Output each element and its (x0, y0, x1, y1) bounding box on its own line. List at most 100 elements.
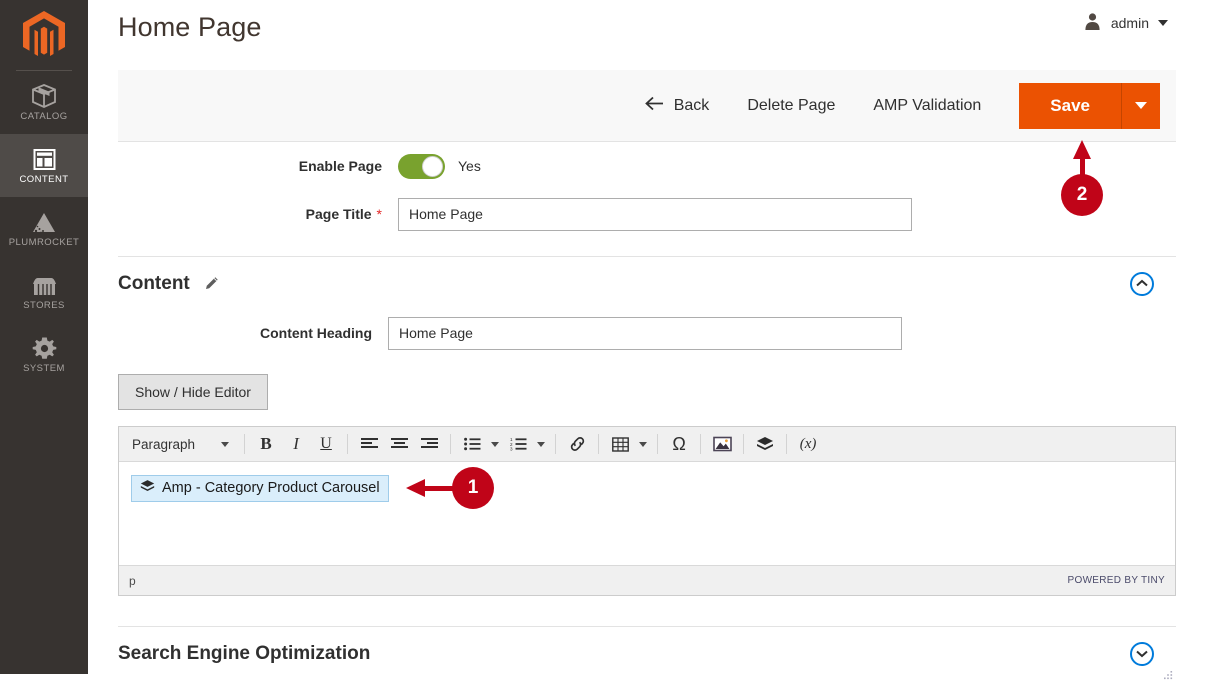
chevron-down-icon (221, 441, 230, 447)
annotation-number: 2 (1076, 184, 1088, 205)
sidebar-item-system[interactable]: SYSTEM (0, 323, 88, 386)
insert-widget-icon[interactable] (750, 430, 780, 458)
annotation-number: 1 (467, 477, 479, 498)
editor-toolbar: Paragraph B I U 123 Ω (x) (119, 427, 1175, 462)
bullet-list-icon[interactable] (457, 430, 487, 458)
toolbar-divider (598, 434, 600, 454)
gear-icon (32, 335, 57, 361)
italic-icon[interactable]: I (281, 430, 311, 458)
insert-variable-icon[interactable]: (x) (793, 430, 823, 458)
show-hide-editor-button[interactable]: Show / Hide Editor (118, 374, 268, 410)
page-title-input[interactable] (398, 197, 912, 231)
annotation-2-arrowhead (1073, 140, 1091, 159)
align-left-icon[interactable] (354, 430, 384, 458)
format-select-value: Paragraph (132, 436, 196, 452)
store-icon (31, 272, 58, 298)
toolbar-divider (244, 434, 246, 454)
toggle-knob-icon (422, 155, 443, 177)
chevron-down-icon (1158, 20, 1168, 26)
page-title-label: Page Title * (305, 206, 382, 222)
enable-page-value: Yes (458, 158, 481, 174)
save-button-group: Save (1019, 82, 1160, 129)
sidebar-item-plumrocket[interactable]: PLUMROCKET (0, 197, 88, 260)
delete-page-button[interactable]: Delete Page (747, 97, 835, 115)
seo-section-title: Search Engine Optimization (118, 642, 371, 664)
back-button[interactable]: Back (644, 96, 710, 116)
sidebar-item-label: CATALOG (20, 111, 68, 123)
toolbar-divider (700, 434, 702, 454)
numbered-list-options-button[interactable] (533, 441, 549, 447)
content-heading-row: Content Heading (118, 310, 1176, 356)
enable-page-row: Enable Page Yes (118, 142, 1176, 190)
sidebar-item-stores[interactable]: STORES (0, 260, 88, 323)
chevron-down-circle-icon[interactable] (1130, 641, 1154, 666)
page-header: Home Page admin (88, 0, 1206, 70)
content-section-title: Content (118, 272, 190, 294)
admin-menu[interactable]: admin (1083, 12, 1168, 34)
enable-page-toggle[interactable] (398, 153, 445, 179)
save-button[interactable]: Save (1019, 82, 1122, 129)
chevron-down-icon (537, 441, 546, 447)
format-select[interactable]: Paragraph (123, 430, 238, 458)
sidebar-item-label: STORES (23, 300, 65, 312)
content-section-header[interactable]: Content (118, 256, 1176, 310)
element-path: p (129, 573, 136, 588)
annotation-1-arrowhead (406, 479, 425, 497)
chevron-up-circle-icon[interactable] (1130, 271, 1154, 296)
align-center-icon[interactable] (384, 430, 414, 458)
sidebar-item-catalog[interactable]: CATALOG (0, 71, 88, 134)
editor-status-bar: p POWERED BY TINY (119, 565, 1175, 680)
sidebar-item-content[interactable]: CONTENT (0, 134, 88, 197)
box-icon (31, 83, 57, 109)
toolbar-divider (786, 434, 788, 454)
annotation-badge-1: 1 (452, 467, 494, 509)
chevron-down-icon (491, 441, 500, 447)
table-icon[interactable] (605, 430, 635, 458)
save-options-button[interactable] (1122, 82, 1160, 129)
sidebar-item-label: CONTENT (19, 174, 69, 186)
seo-section-header[interactable]: Search Engine Optimization (118, 626, 1176, 680)
toolbar-divider (555, 434, 557, 454)
svg-text:3: 3 (510, 447, 513, 451)
widget-chip-label: Amp - Category Product Carousel (162, 480, 380, 496)
magento-logo-icon (23, 11, 65, 56)
toolbar-divider (347, 434, 349, 454)
underline-icon[interactable]: U (311, 430, 341, 458)
page-form: Enable Page Yes Page Title* Content (118, 142, 1176, 680)
content-heading-input[interactable] (388, 316, 902, 350)
page-actions-toolbar: Back Delete Page AMP Validation Save (118, 70, 1176, 142)
pencil-icon[interactable] (204, 276, 219, 291)
page-title-row: Page Title * (118, 190, 1176, 238)
arrow-left-icon (644, 96, 664, 116)
special-char-icon[interactable]: Ω (664, 430, 694, 458)
amp-validation-button[interactable]: AMP Validation (873, 97, 981, 115)
bold-icon[interactable]: B (251, 430, 281, 458)
table-options-button[interactable] (635, 441, 651, 447)
editor-content-area[interactable]: Amp - Category Product Carousel (119, 462, 1175, 565)
admin-username: admin (1110, 15, 1149, 31)
sidebar-item-label: PLUMROCKET (8, 237, 80, 249)
required-marker: * (376, 206, 382, 222)
wysiwyg-editor: Paragraph B I U 123 Ω (x) Amp - Category… (118, 426, 1176, 680)
toolbar-divider (450, 434, 452, 454)
toolbar-divider (657, 434, 659, 454)
pyramid-icon (30, 209, 58, 235)
insert-image-icon[interactable] (707, 430, 737, 458)
chevron-down-icon (1135, 102, 1147, 109)
numbered-list-icon[interactable]: 123 (503, 430, 533, 458)
tiny-branding: POWERED BY TINY (1067, 575, 1165, 586)
sidebar: CATALOG CONTENT PLUMROCKET STORES SYSTEM (0, 0, 88, 674)
sidebar-item-label: SYSTEM (23, 363, 65, 375)
widget-chip[interactable]: Amp - Category Product Carousel (131, 475, 389, 502)
back-label: Back (673, 96, 710, 114)
bullet-list-options-button[interactable] (487, 441, 503, 447)
user-icon (1083, 12, 1102, 34)
enable-page-label: Enable Page (298, 158, 382, 174)
toolbar-divider (743, 434, 745, 454)
align-right-icon[interactable] (414, 430, 444, 458)
content-heading-label: Content Heading (260, 325, 372, 341)
widget-icon (140, 479, 155, 497)
magento-logo[interactable] (0, 0, 88, 70)
link-icon[interactable] (562, 430, 592, 458)
chevron-down-icon (639, 441, 648, 447)
